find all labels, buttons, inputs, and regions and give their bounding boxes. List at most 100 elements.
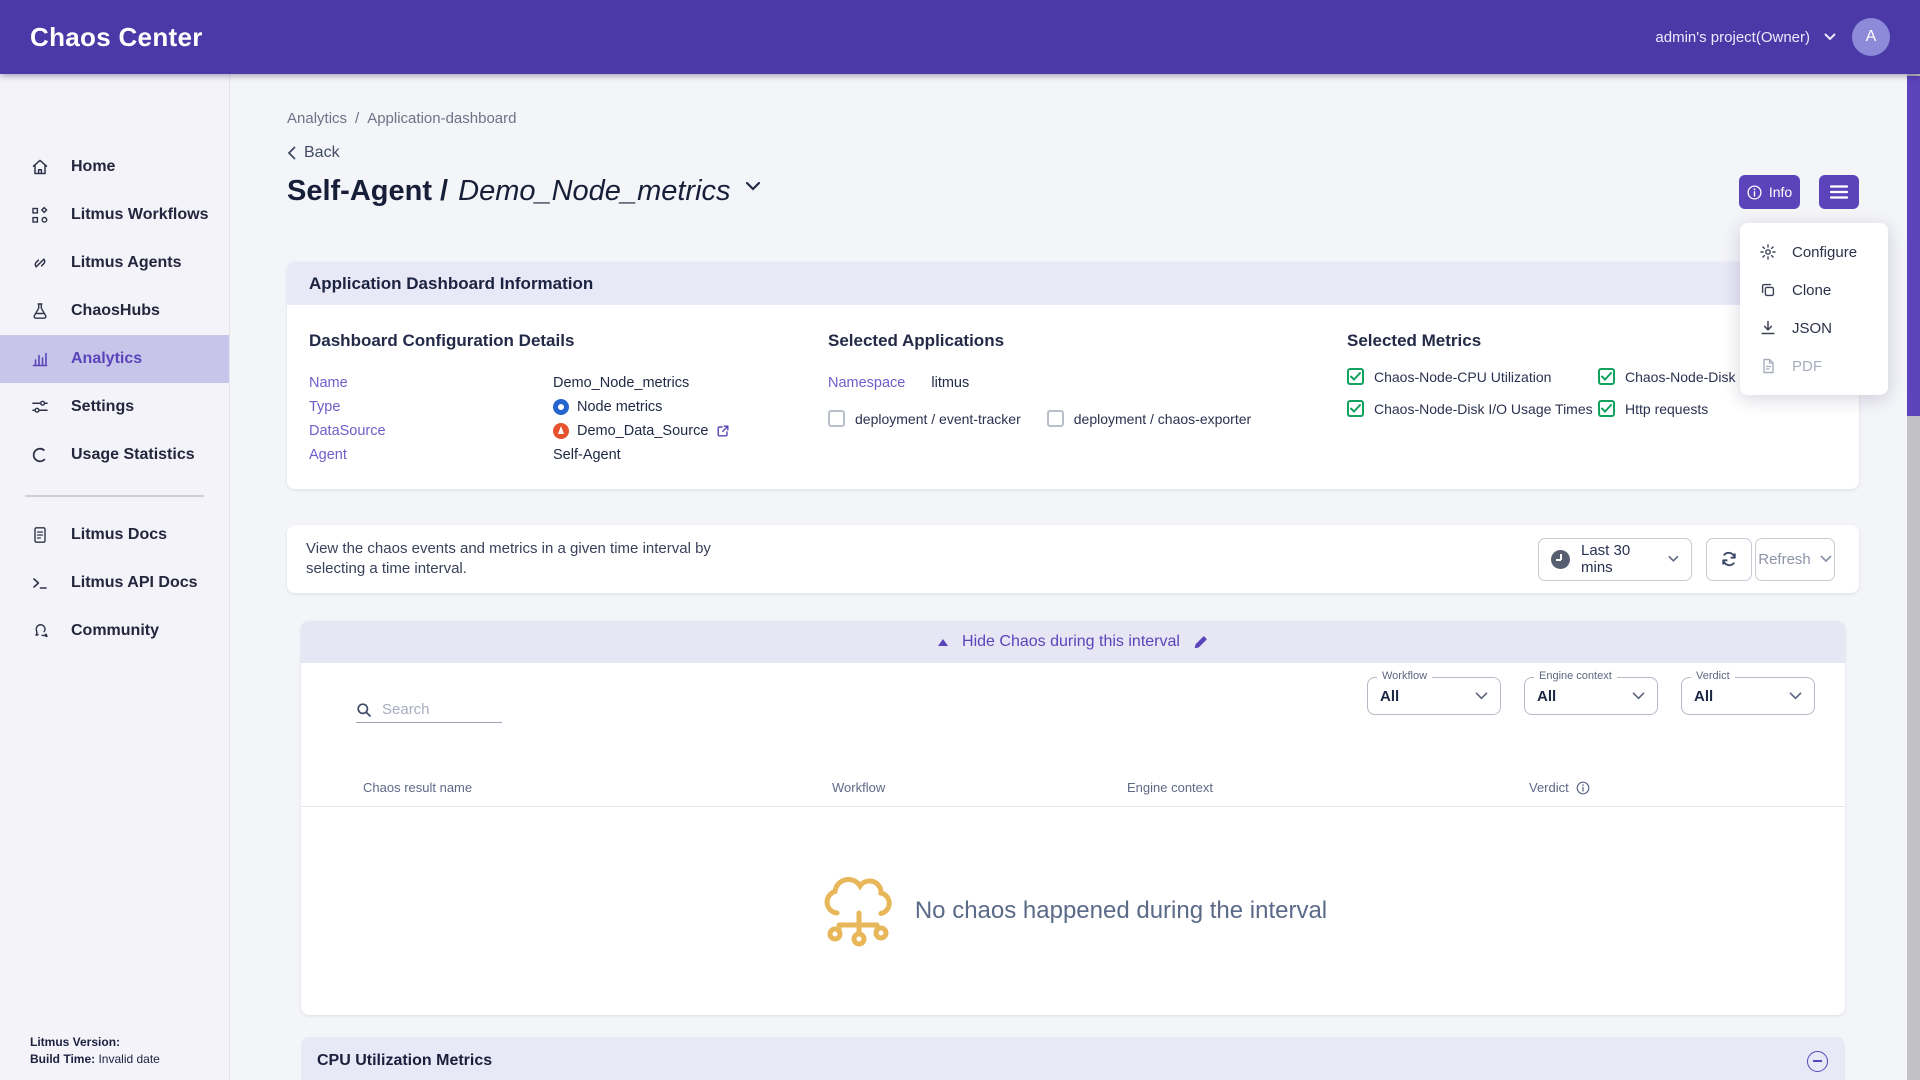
- clone-icon: [1759, 281, 1777, 299]
- hide-chaos-toggle[interactable]: Hide Chaos during this interval: [301, 621, 1845, 663]
- sidebar-item-chaoshubs[interactable]: ChaosHubs: [0, 287, 229, 335]
- config-row-name: Name Demo_Node_metrics: [309, 371, 828, 395]
- info-button[interactable]: Info: [1739, 175, 1800, 209]
- dashboard-config-section: Dashboard Configuration Details Name Dem…: [309, 331, 828, 489]
- filter-value: All: [1537, 688, 1556, 705]
- hide-chaos-label: Hide Chaos during this interval: [962, 633, 1180, 651]
- column-header-chaos-result-name: Chaos result name: [363, 780, 832, 795]
- sidebar-item-label: Analytics: [71, 350, 142, 368]
- config-row-datasource: DataSource Demo_Data_Source: [309, 419, 828, 443]
- dashboard-info-card: Application Dashboard Information Dashbo…: [287, 262, 1859, 489]
- filter-label: Verdict: [1691, 670, 1735, 682]
- metric-checkbox-http-requests[interactable]: Http requests: [1598, 400, 1859, 417]
- metric-checkbox-cpu-utilization[interactable]: Chaos-Node-CPU Utilization: [1347, 368, 1598, 385]
- metric-checkbox-disk-io-times[interactable]: Chaos-Node-Disk I/O Usage Times: [1347, 400, 1598, 417]
- chaos-events-card: Hide Chaos during this interval Workflow…: [301, 621, 1845, 1015]
- edit-pencil-icon[interactable]: [1193, 634, 1209, 650]
- sidebar-item-usage-statistics[interactable]: Usage Statistics: [0, 431, 229, 479]
- menu-item-configure[interactable]: Configure: [1740, 233, 1888, 271]
- breadcrumb-analytics[interactable]: Analytics: [287, 110, 347, 127]
- chevron-down-icon: [1820, 555, 1832, 563]
- checkbox-unchecked-icon: [1047, 410, 1064, 427]
- verdict-filter-select[interactable]: Verdict All: [1681, 677, 1815, 715]
- namespace-value: litmus: [931, 375, 969, 391]
- filter-label: Workflow: [1377, 670, 1432, 682]
- interval-description: View the chaos events and metrics in a g…: [306, 539, 758, 579]
- time-range-select[interactable]: Last 30 mins: [1538, 538, 1692, 581]
- section-title: Dashboard Configuration Details: [309, 331, 828, 351]
- app-checkbox-event-tracker[interactable]: deployment / event-tracker: [828, 410, 1021, 427]
- sidebar-item-settings[interactable]: Settings: [0, 383, 229, 431]
- home-icon: [30, 157, 50, 177]
- more-options-button[interactable]: [1819, 175, 1859, 209]
- config-row-type: Type Node metrics: [309, 395, 828, 419]
- version-footer: Litmus Version: Build Time: Invalid date: [30, 1034, 160, 1068]
- config-value: Demo_Data_Source: [577, 423, 708, 439]
- workflow-filter-select[interactable]: Workflow All: [1367, 677, 1501, 715]
- cpu-utilization-section-header: CPU Utilization Metrics: [301, 1037, 1845, 1080]
- menu-item-clone[interactable]: Clone: [1740, 271, 1888, 309]
- selected-applications-section: Selected Applications Namespace litmus d…: [828, 331, 1347, 489]
- filter-label: Engine context: [1534, 670, 1617, 682]
- sidebar-item-litmus-api-docs[interactable]: Litmus API Docs: [0, 559, 229, 607]
- table-filters-row: Workflow All Engine context All Verdict …: [301, 663, 1845, 751]
- community-icon: [30, 621, 50, 641]
- engine-context-filter-select[interactable]: Engine context All: [1524, 677, 1658, 715]
- empty-state-message: No chaos happened during the interval: [915, 897, 1327, 925]
- sidebar-item-label: Litmus Docs: [71, 526, 167, 544]
- chevron-down-icon: [1632, 692, 1645, 700]
- menu-item-pdf: PDF: [1740, 347, 1888, 385]
- refresh-icon: [1719, 549, 1739, 569]
- column-header-verdict: Verdict: [1529, 780, 1569, 795]
- sidebar-item-home[interactable]: Home: [0, 143, 229, 191]
- sidebar-item-litmus-agents[interactable]: Litmus Agents: [0, 239, 229, 287]
- menu-item-label: JSON: [1792, 320, 1832, 337]
- configure-icon: [1759, 243, 1777, 261]
- sidebar-item-label: Settings: [71, 398, 134, 416]
- sidebar-item-litmus-workflows[interactable]: Litmus Workflows: [0, 191, 229, 239]
- app-checkbox-chaos-exporter[interactable]: deployment / chaos-exporter: [1047, 410, 1251, 427]
- agents-icon: [30, 253, 50, 273]
- app-title: Chaos Center: [30, 22, 203, 53]
- refresh-interval-select[interactable]: Refresh: [1755, 538, 1835, 581]
- filter-value: All: [1380, 688, 1399, 705]
- info-icon: [1747, 185, 1762, 200]
- sidebar-item-analytics[interactable]: Analytics: [0, 335, 229, 383]
- project-switcher[interactable]: admin's project(Owner): [1655, 29, 1836, 46]
- title-chevron-down-icon[interactable]: [745, 181, 761, 191]
- config-label: DataSource: [309, 423, 553, 439]
- checkbox-label: Chaos-Node-CPU Utilization: [1374, 369, 1551, 385]
- menu-item-label: Configure: [1792, 244, 1857, 261]
- version-label: Litmus Version:: [30, 1035, 120, 1049]
- api-docs-icon: [30, 573, 50, 593]
- config-label: Type: [309, 399, 553, 415]
- config-label: Agent: [309, 447, 553, 463]
- verdict-info-icon[interactable]: [1576, 781, 1590, 795]
- cpu-section-title: CPU Utilization Metrics: [317, 1052, 492, 1070]
- page-title: Self-Agent / Demo_Node_metrics: [287, 175, 731, 208]
- back-button[interactable]: Back: [287, 144, 357, 162]
- hamburger-icon: [1830, 185, 1848, 199]
- collapse-minus-icon[interactable]: [1807, 1051, 1828, 1072]
- checkbox-label: Http requests: [1625, 401, 1708, 417]
- chaos-center-app: Chaos Center admin's project(Owner) A Ho…: [0, 0, 1920, 1080]
- refresh-button[interactable]: [1706, 538, 1752, 581]
- menu-item-label: Clone: [1792, 282, 1831, 299]
- checkbox-unchecked-icon: [828, 410, 845, 427]
- checkbox-checked-icon: [1347, 400, 1364, 417]
- config-value: Self-Agent: [553, 447, 621, 463]
- avatar[interactable]: A: [1852, 18, 1890, 56]
- external-link-icon[interactable]: [716, 424, 730, 438]
- menu-item-json[interactable]: JSON: [1740, 309, 1888, 347]
- scrollbar-thumb[interactable]: [1907, 76, 1920, 416]
- chevron-down-icon: [1789, 692, 1802, 700]
- search-input[interactable]: [382, 701, 492, 718]
- menu-item-label: PDF: [1792, 358, 1822, 375]
- chaoshubs-icon: [30, 301, 50, 321]
- title-dashboard-name: Demo_Node_metrics: [458, 175, 730, 208]
- sidebar-item-litmus-docs[interactable]: Litmus Docs: [0, 511, 229, 559]
- sidebar-item-community[interactable]: Community: [0, 607, 229, 655]
- node-metrics-icon: [553, 399, 569, 415]
- sidebar-nav: Home Litmus Workflows Litmus Agents Chao…: [0, 74, 230, 1080]
- sidebar-item-label: Home: [71, 158, 115, 176]
